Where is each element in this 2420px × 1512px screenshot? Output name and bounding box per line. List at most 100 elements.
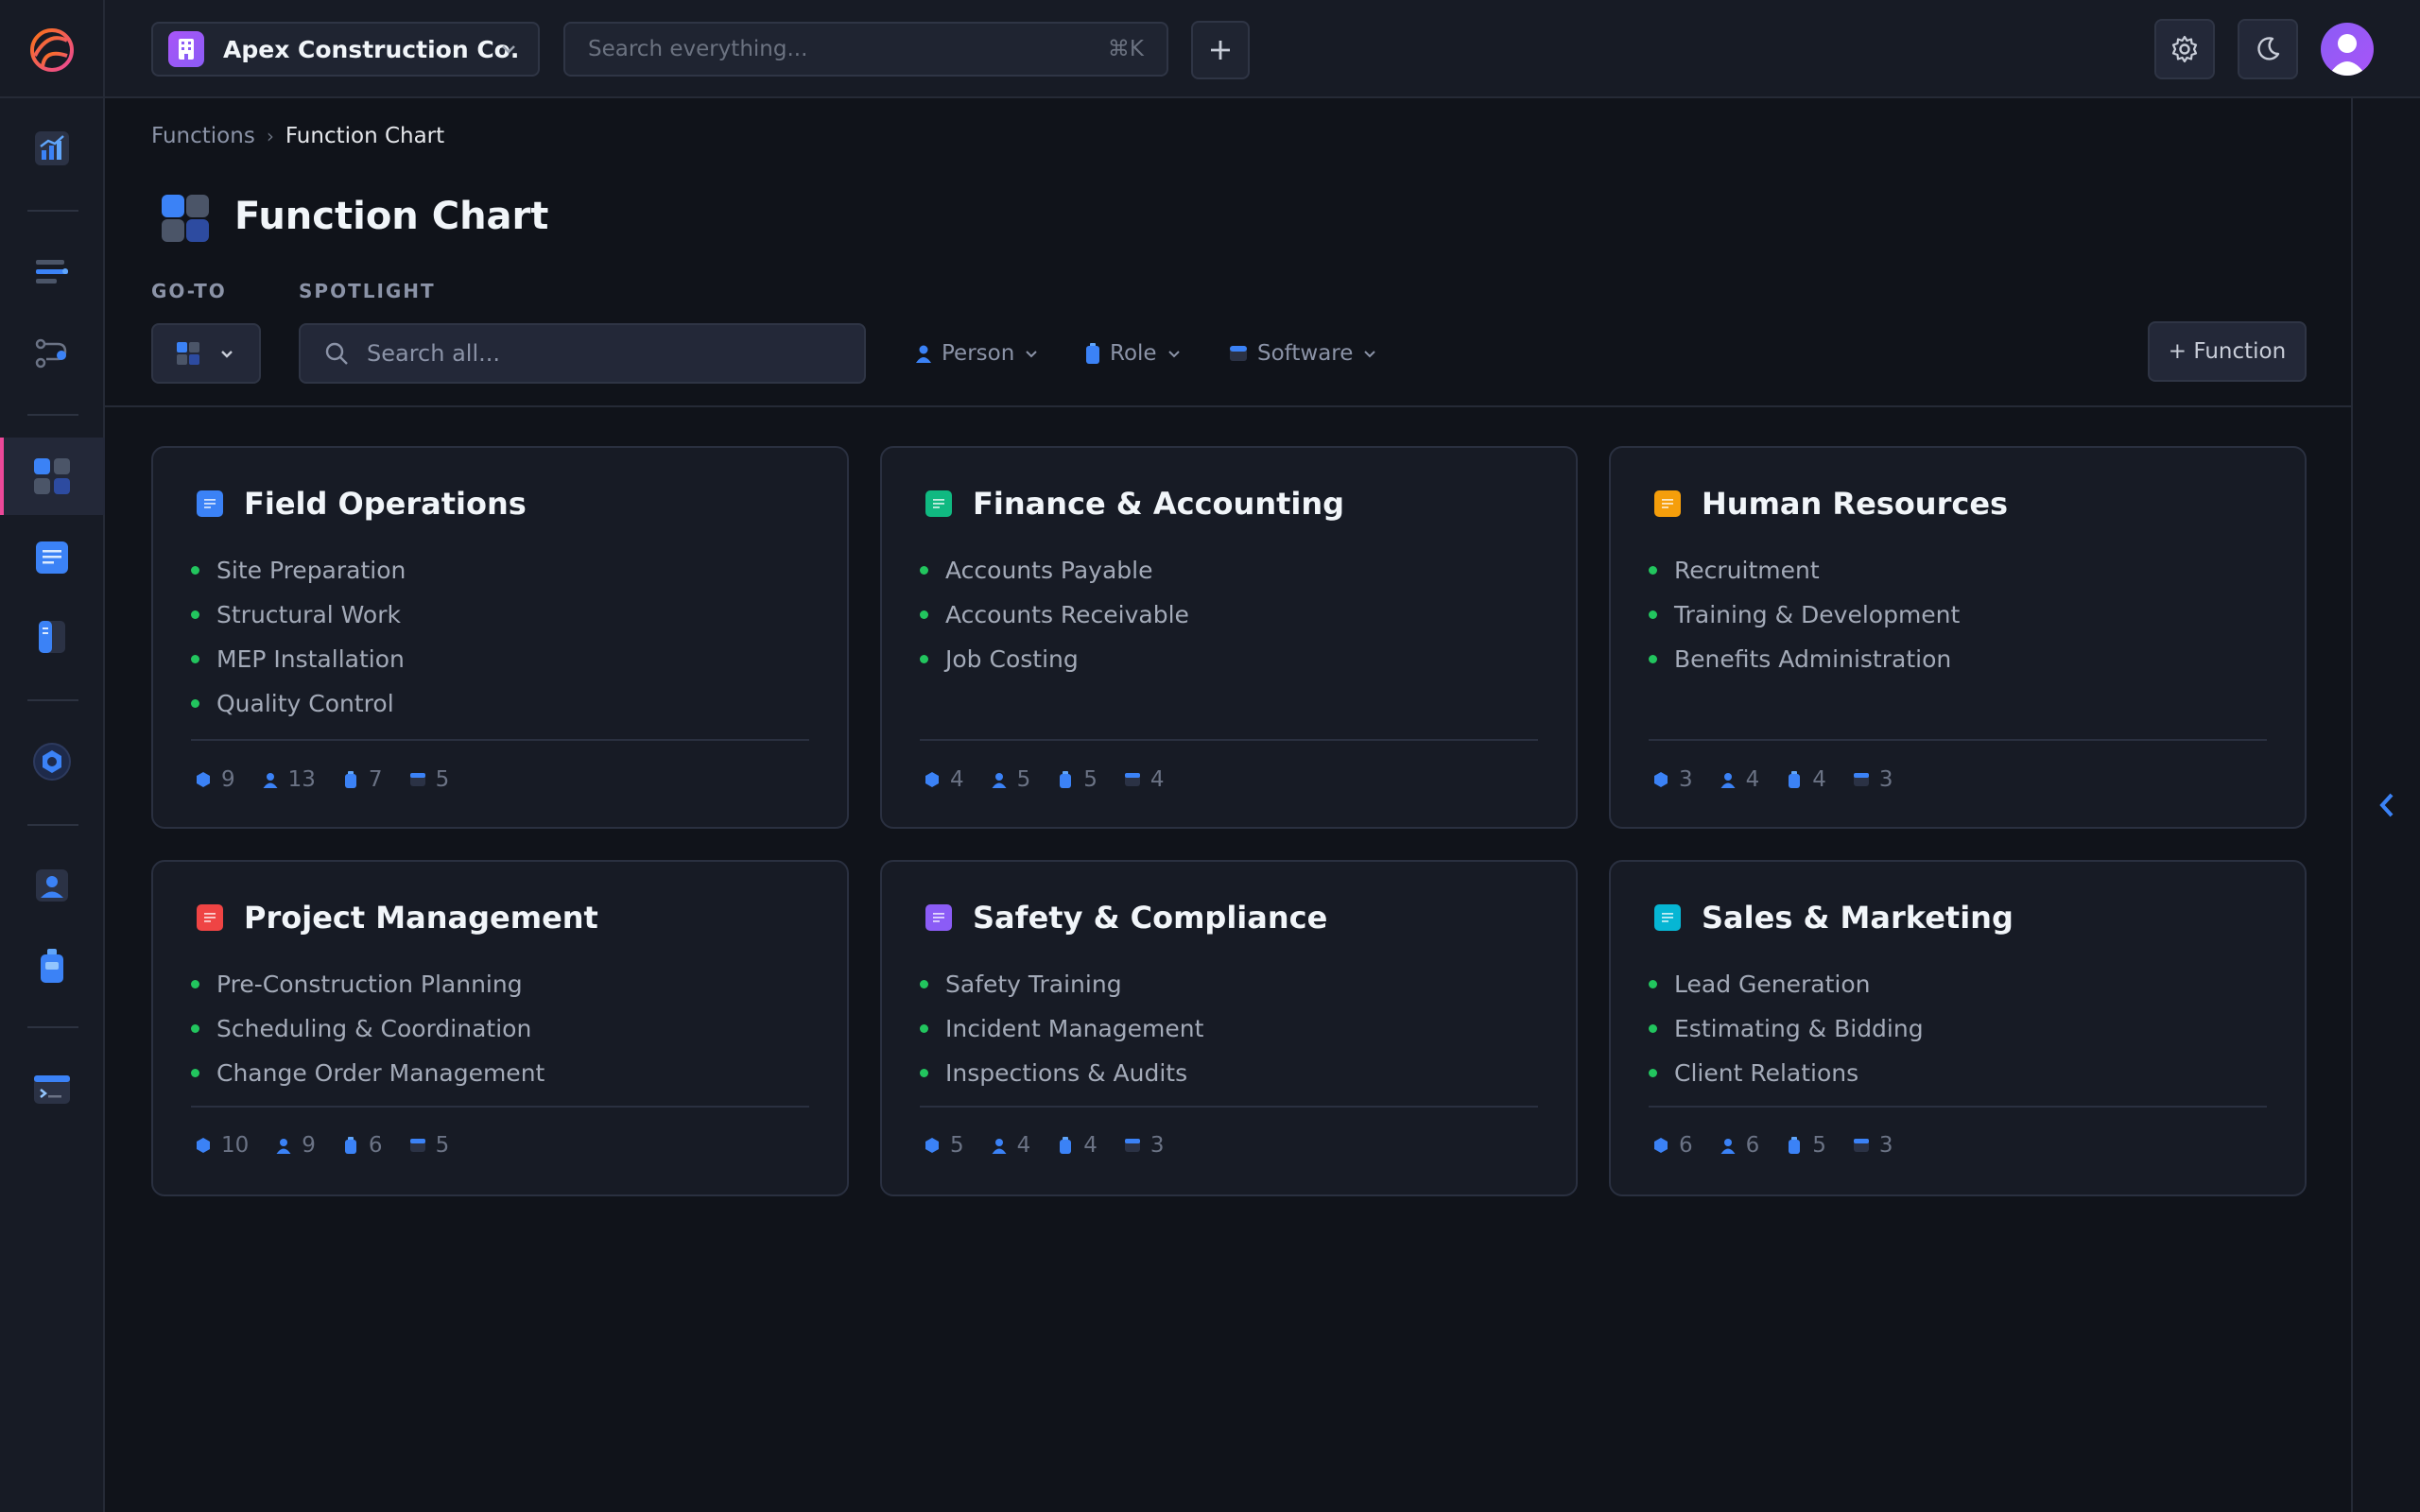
sub-function-item[interactable]: Scheduling & Coordination xyxy=(191,1006,544,1051)
function-card[interactable]: Sales & Marketing Lead Generation Estimati… xyxy=(1609,860,2307,1196)
document-icon xyxy=(925,904,952,931)
window-icon xyxy=(1124,773,1140,786)
sub-function-item[interactable]: Incident Management xyxy=(920,1006,1203,1051)
stat-software: 3 xyxy=(1853,1133,1893,1158)
card-title[interactable]: Field Operations xyxy=(244,486,527,522)
window-icon xyxy=(1853,1139,1869,1152)
breadcrumb: Functions › Function Chart xyxy=(151,124,444,148)
stat-people: 5 xyxy=(991,767,1030,792)
sub-function-item[interactable]: Client Relations xyxy=(1649,1051,1924,1095)
hexagon-icon xyxy=(197,1138,210,1153)
document-icon[interactable] xyxy=(29,535,75,580)
stat-people: 13 xyxy=(262,767,316,792)
filter-role[interactable]: Role xyxy=(1085,336,1182,370)
stat-functions-count: 4 xyxy=(950,767,964,792)
card-header: Project Management xyxy=(197,900,598,936)
person-icon xyxy=(916,345,931,363)
organization-name: Apex Construction Co. xyxy=(223,35,520,63)
document-icon xyxy=(197,904,223,931)
goto-dropdown[interactable] xyxy=(151,323,261,384)
sub-function-item[interactable]: Estimating & Bidding xyxy=(1649,1006,1924,1051)
flow-icon[interactable] xyxy=(29,331,75,376)
global-search-input[interactable] xyxy=(588,37,1108,61)
function-card[interactable]: Field Operations Site Preparation Structur… xyxy=(151,446,849,829)
sub-function-item[interactable]: Site Preparation xyxy=(191,548,406,593)
terminal-icon[interactable] xyxy=(29,1067,75,1112)
global-search: ⌘K xyxy=(563,22,1168,77)
stat-software: 4 xyxy=(1124,767,1165,792)
sidebar-divider xyxy=(27,414,78,416)
function-chart-icon[interactable] xyxy=(29,454,75,499)
sub-function-item[interactable]: Inspections & Audits xyxy=(920,1051,1203,1095)
list-toggle-icon[interactable] xyxy=(29,250,75,296)
stat-roles-count: 5 xyxy=(1812,1133,1826,1158)
filter-software[interactable]: Software xyxy=(1229,336,1377,370)
spotlight-label: SPOTLIGHT xyxy=(299,280,436,302)
stat-functions: 10 xyxy=(195,1133,249,1158)
person-icon xyxy=(276,1139,291,1154)
create-new-button[interactable] xyxy=(1191,21,1250,79)
plus-icon xyxy=(1211,41,1230,60)
sub-function-item[interactable]: Accounts Receivable xyxy=(920,593,1189,637)
stat-roles: 7 xyxy=(342,767,383,792)
person-icon[interactable] xyxy=(29,863,75,908)
stat-functions-count: 6 xyxy=(1679,1133,1693,1158)
badge-icon[interactable] xyxy=(29,943,75,988)
person-icon xyxy=(992,1139,1007,1154)
stat-roles: 6 xyxy=(342,1133,383,1158)
analytics-icon[interactable] xyxy=(29,126,75,171)
card-title[interactable]: Finance & Accounting xyxy=(973,486,1344,522)
sub-function-item[interactable]: Change Order Management xyxy=(191,1051,544,1095)
chevron-down-icon xyxy=(1026,351,1038,358)
card-header: Field Operations xyxy=(197,486,527,522)
sidebar-divider xyxy=(27,824,78,826)
stat-roles: 4 xyxy=(1057,1133,1098,1158)
card-divider xyxy=(1649,739,2267,741)
stat-software: 5 xyxy=(409,1133,449,1158)
sub-function-item[interactable]: Accounts Payable xyxy=(920,548,1189,593)
organization-switcher[interactable]: Apex Construction Co. xyxy=(151,22,540,77)
card-title[interactable]: Sales & Marketing xyxy=(1702,900,2014,936)
sub-function-item[interactable]: MEP Installation xyxy=(191,637,406,681)
theme-toggle-button[interactable] xyxy=(2238,19,2298,79)
app-logo-icon[interactable] xyxy=(26,24,78,77)
person-icon xyxy=(263,773,278,788)
card-title[interactable]: Safety & Compliance xyxy=(973,900,1327,936)
sub-function-item[interactable]: Structural Work xyxy=(191,593,406,637)
hexagon-icon[interactable] xyxy=(29,739,75,784)
breadcrumb-functions-link[interactable]: Functions xyxy=(151,124,255,148)
sidebar xyxy=(0,0,105,1512)
function-card[interactable]: Human Resources Recruitment Training & Dev… xyxy=(1609,446,2307,829)
book-icon[interactable] xyxy=(29,614,75,660)
stat-roles: 5 xyxy=(1057,767,1098,792)
sub-function-item[interactable]: Pre-Construction Planning xyxy=(191,962,544,1006)
function-card[interactable]: Safety & Compliance Safety Training Incide… xyxy=(880,860,1578,1196)
expand-panel-button[interactable] xyxy=(2373,788,2401,822)
user-avatar[interactable] xyxy=(2321,23,2374,76)
sub-function-item[interactable]: Benefits Administration xyxy=(1649,637,1960,681)
sub-function-item[interactable]: Safety Training xyxy=(920,962,1203,1006)
function-chart-icon xyxy=(161,194,210,243)
sub-function-item[interactable]: Job Costing xyxy=(920,637,1189,681)
function-card[interactable]: Finance & Accounting Accounts Payable Acco… xyxy=(880,446,1578,829)
card-stats: 9 13 7 5 xyxy=(195,767,475,792)
stat-people-count: 4 xyxy=(1745,767,1760,792)
stat-roles: 4 xyxy=(1786,767,1826,792)
sub-function-item[interactable]: Quality Control xyxy=(191,681,406,726)
card-title[interactable]: Project Management xyxy=(244,900,598,936)
stat-functions: 4 xyxy=(924,767,964,792)
filter-person[interactable]: Person xyxy=(915,336,1039,370)
moon-icon xyxy=(2257,37,2280,60)
sub-function-item[interactable]: Lead Generation xyxy=(1649,962,1924,1006)
spotlight-search-input[interactable] xyxy=(367,340,864,367)
sub-function-item[interactable]: Training & Development xyxy=(1649,593,1960,637)
sub-function-item[interactable]: Recruitment xyxy=(1649,548,1960,593)
stat-functions-count: 3 xyxy=(1679,767,1693,792)
settings-button[interactable] xyxy=(2154,19,2215,79)
stat-software: 5 xyxy=(409,767,449,792)
function-card[interactable]: Project Management Pre-Construction Plann… xyxy=(151,860,849,1196)
card-title[interactable]: Human Resources xyxy=(1702,486,2008,522)
chevron-down-icon xyxy=(1364,351,1376,358)
stat-functions: 6 xyxy=(1652,1133,1693,1158)
add-function-button[interactable]: + Function xyxy=(2148,321,2307,382)
